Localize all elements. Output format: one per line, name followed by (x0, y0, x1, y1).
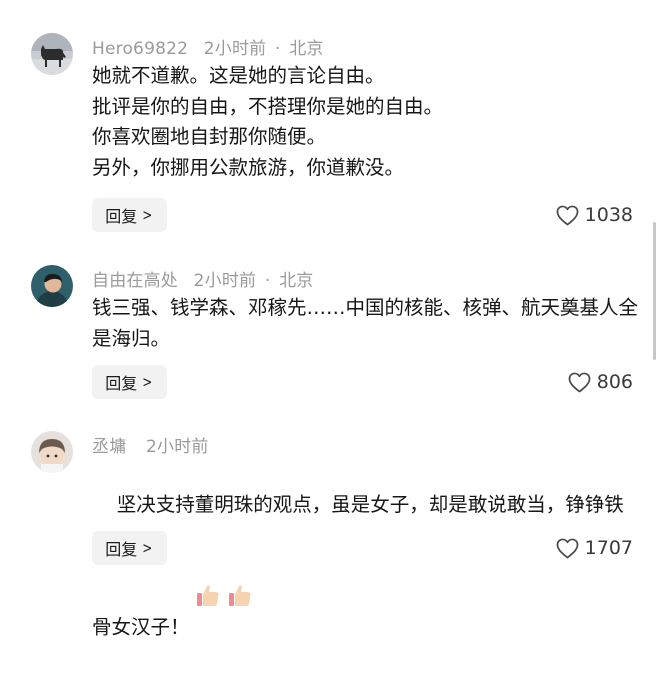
like-button[interactable]: 1038 (556, 198, 633, 232)
scrollbar[interactable] (653, 222, 656, 360)
meta-separator: · (264, 271, 271, 291)
comment-location: 北京 (279, 271, 314, 291)
reply-label: 回复 (105, 374, 138, 393)
like-count: 1707 (584, 537, 633, 559)
like-count: 806 (596, 371, 633, 393)
heart-outline-icon (556, 538, 579, 559)
comment-meta: Hero69822 2小时前 · 北京 (92, 34, 324, 59)
user-avatar[interactable] (31, 431, 73, 473)
reply-label: 回复 (105, 207, 138, 226)
comment-text: 她就不道歉。这是她的言论自由。 批评是你的自由，不搭理你是她的自由。 你喜欢圈地… (92, 64, 444, 179)
username[interactable]: Hero69822 (92, 39, 188, 59)
comment-text: 坚决支持董明珠的观点，虽是女子，却是敢说敢当，铮铮铁骨女汉子！ (92, 459, 638, 674)
comment-time: 2小时前 (193, 271, 257, 291)
heart-outline-icon (568, 372, 591, 393)
heart-outline-icon (556, 205, 579, 226)
username[interactable]: 丞墉 (92, 437, 126, 457)
comment-meta: 自由在高处 2小时前 · 北京 (92, 266, 313, 291)
comment-location: 北京 (289, 39, 324, 59)
reply-button[interactable]: 回复 > (92, 531, 167, 565)
comment-meta: 丞墉 2小时前 (92, 432, 209, 457)
like-count: 1038 (584, 204, 633, 226)
comment-text-body: 坚决支持董明珠的观点，虽是女子，却是敢说敢当，铮铮铁骨女汉子！ (92, 492, 624, 639)
reply-button[interactable]: 回复 > (92, 365, 167, 399)
comment-time: 2小时前 (203, 39, 267, 59)
chevron-right-icon: > (142, 373, 153, 391)
like-button[interactable]: 806 (568, 365, 633, 399)
comment-text: 钱三强、钱学森、邓稼先……中国的核能、核弹、航天奠基人全是海归。 (92, 296, 639, 350)
chevron-right-icon: > (142, 539, 153, 557)
reply-button[interactable]: 回复 > (92, 198, 167, 232)
chevron-right-icon: > (142, 206, 153, 224)
user-avatar[interactable] (31, 33, 73, 75)
reply-label: 回复 (105, 540, 138, 559)
comment-time: 2小时前 (146, 437, 209, 457)
thumbs-up-emoji (194, 520, 222, 606)
like-button[interactable]: 1707 (556, 531, 633, 565)
thumbs-up-emoji (226, 520, 254, 606)
user-avatar[interactable] (31, 265, 73, 307)
meta-separator: · (274, 39, 281, 59)
username[interactable]: 自由在高处 (92, 271, 178, 291)
